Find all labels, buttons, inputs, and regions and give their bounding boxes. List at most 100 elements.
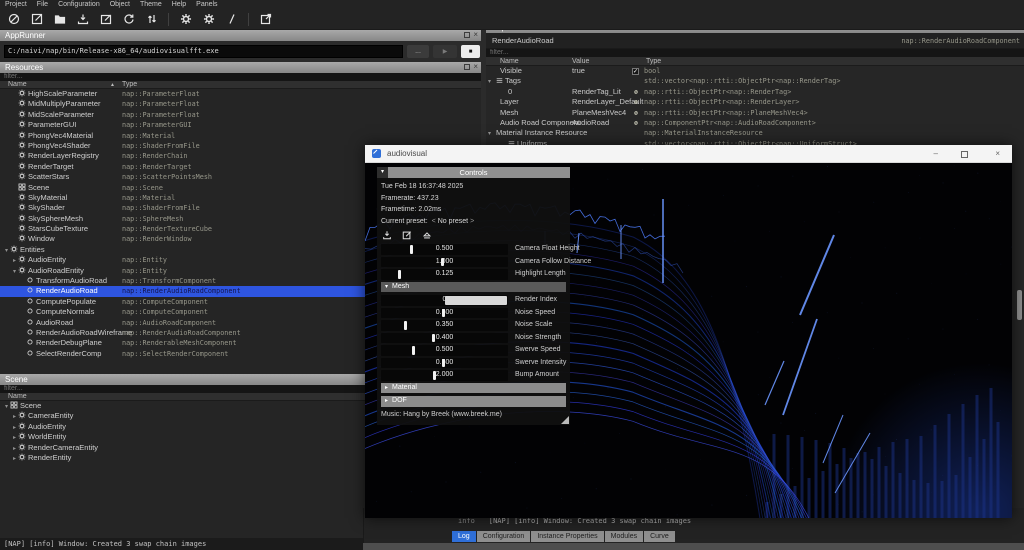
pointer-link-icon[interactable] bbox=[632, 119, 640, 128]
menu-item[interactable]: Theme bbox=[135, 0, 167, 9]
eject-preset-icon[interactable] bbox=[422, 230, 432, 240]
controls-window-header[interactable]: ▾ Controls bbox=[377, 167, 570, 178]
slider-row[interactable]: 0.500 Swerve Speed bbox=[381, 345, 566, 356]
close-icon[interactable]: × bbox=[473, 64, 478, 70]
slider-track[interactable]: 0.500 bbox=[381, 244, 508, 255]
expand-arrow-icon[interactable]: ▾ bbox=[3, 402, 10, 411]
settings-icon[interactable] bbox=[177, 12, 194, 27]
slider-track[interactable]: 0.400 bbox=[381, 333, 508, 344]
menu-item[interactable]: Configuration bbox=[53, 0, 105, 9]
Layer[interactable]: Layer RenderLayer_Default ✓ nap::rtti::O… bbox=[486, 97, 1024, 107]
Material Instance Resource[interactable]: ▾Material Instance Resource ✓ nap::Mater… bbox=[486, 128, 1024, 138]
HighScaleParameter[interactable]: HighScaleParameter nap::ParameterFloat bbox=[0, 89, 481, 99]
slider-track[interactable]: 0 bbox=[381, 295, 508, 306]
MidMultiplyParameter[interactable]: MidMultiplyParameter nap::ParameterFloat bbox=[0, 99, 481, 109]
menu-item[interactable]: Help bbox=[167, 0, 191, 9]
stop-button[interactable]: ■ bbox=[461, 45, 480, 58]
slider-handle[interactable] bbox=[445, 296, 508, 305]
update-icon[interactable] bbox=[143, 12, 160, 27]
Visible[interactable]: Visible true ✓ bool bbox=[486, 66, 1024, 76]
menu-item[interactable]: Object bbox=[105, 0, 135, 9]
close-icon[interactable]: × bbox=[473, 32, 478, 38]
property-value[interactable]: true bbox=[572, 66, 585, 76]
reload-icon[interactable] bbox=[120, 12, 137, 27]
preset-prev-icon[interactable]: < bbox=[432, 218, 436, 225]
menu-item[interactable]: File bbox=[32, 0, 53, 9]
resources-column-header[interactable]: Name ▲ Type bbox=[0, 81, 481, 89]
edit-preset-icon[interactable] bbox=[402, 230, 412, 240]
slider-row[interactable]: 0.400 Noise Strength bbox=[381, 333, 566, 344]
exe-path-input[interactable]: C:/naivi/nap/bin/Release-x86_64/audiovis… bbox=[4, 45, 403, 58]
resources-filter-input[interactable]: filter... bbox=[0, 73, 481, 81]
expand-arrow-icon[interactable]: ▾ bbox=[3, 246, 10, 255]
pointer-link-icon[interactable] bbox=[632, 88, 640, 97]
nap-logo-icon[interactable] bbox=[5, 12, 22, 27]
slider-track[interactable]: 0.500 bbox=[381, 358, 508, 369]
apprunner-header[interactable]: AppRunner × bbox=[0, 30, 481, 41]
console-icon[interactable] bbox=[223, 12, 240, 27]
bottom-tab[interactable]: Configuration bbox=[477, 531, 531, 542]
browse-button[interactable]: ... bbox=[407, 45, 429, 58]
bottom-tab[interactable]: Curve bbox=[644, 531, 675, 542]
mesh-section-header[interactable]: ▾Mesh bbox=[381, 282, 566, 293]
slider-row[interactable]: 0.500 Swerve Intensity bbox=[381, 358, 566, 369]
slider-track[interactable]: 1.000 bbox=[381, 257, 508, 268]
MidScaleParameter[interactable]: MidScaleParameter nap::ParameterFloat bbox=[0, 110, 481, 120]
PhongVec4Material[interactable]: PhongVec4Material nap::Material bbox=[0, 131, 481, 141]
property-value[interactable]: RenderTag_Lit bbox=[572, 87, 621, 97]
open-external-icon[interactable] bbox=[257, 12, 274, 27]
slider-row[interactable]: 0.125 Highlight Length bbox=[381, 269, 566, 280]
open-project-icon[interactable] bbox=[51, 12, 68, 27]
slider-handle[interactable] bbox=[442, 359, 445, 368]
slider-handle[interactable] bbox=[398, 270, 401, 279]
inspector-scrollbar[interactable] bbox=[1017, 290, 1022, 320]
slider-track[interactable]: 0.500 bbox=[381, 308, 508, 319]
resize-grip[interactable] bbox=[561, 416, 569, 424]
slider-track[interactable]: 0.350 bbox=[381, 320, 508, 331]
checkbox-checked-icon[interactable]: ✓ bbox=[632, 68, 639, 75]
slider-track[interactable]: 0.500 bbox=[381, 345, 508, 356]
slider-row[interactable]: 0.500 Camera Float Height bbox=[381, 244, 566, 255]
collapse-icon[interactable]: ▾ bbox=[377, 167, 388, 178]
slider-handle[interactable] bbox=[442, 309, 445, 318]
new-document-icon[interactable] bbox=[28, 12, 45, 27]
service-config-icon[interactable] bbox=[200, 12, 217, 27]
save-icon[interactable] bbox=[74, 12, 91, 27]
slider-handle[interactable] bbox=[441, 258, 444, 267]
slider-handle[interactable] bbox=[404, 321, 407, 330]
play-button[interactable]: ▶ bbox=[433, 45, 457, 58]
bottom-tab[interactable]: Modules bbox=[605, 531, 643, 542]
render-viewport[interactable]: ▾ Controls Tue Feb 18 16:37:48 2025 Fram… bbox=[365, 163, 1012, 518]
Audio Road Component[interactable]: Audio Road Component AudioRoad ✓ nap::Co… bbox=[486, 118, 1024, 128]
slider-track[interactable]: 2.000 bbox=[381, 370, 508, 381]
ParameterGUI[interactable]: ParameterGUI nap::ParameterGUI bbox=[0, 120, 481, 130]
inspector-filter-input[interactable]: filter... bbox=[486, 49, 1024, 57]
0[interactable]: 0 RenderTag_Lit ✓ nap::rtti::ObjectPtr<n… bbox=[486, 87, 1024, 97]
save-preset-icon[interactable] bbox=[382, 230, 392, 240]
float-icon[interactable] bbox=[464, 64, 470, 70]
slider-row[interactable]: 1.000 Camera Follow Distance bbox=[381, 257, 566, 268]
property-value[interactable]: AudioRoad bbox=[572, 118, 609, 128]
expand-arrow-icon[interactable]: ▸ bbox=[11, 256, 18, 265]
slider-row[interactable]: 0 Render Index bbox=[381, 295, 566, 306]
close-icon[interactable]: × bbox=[995, 149, 1000, 158]
expand-arrow-icon[interactable]: ▾ bbox=[11, 267, 18, 276]
expand-arrow-icon[interactable]: ▸ bbox=[11, 444, 18, 453]
slider-row[interactable]: 0.350 Noise Scale bbox=[381, 320, 566, 331]
slider-handle[interactable] bbox=[412, 346, 415, 355]
bottom-tab[interactable]: Instance Properties bbox=[531, 531, 603, 542]
section-header[interactable]: ▸Material bbox=[381, 383, 566, 394]
expand-arrow-icon[interactable]: ▾ bbox=[488, 77, 496, 86]
preset-next-icon[interactable]: > bbox=[470, 218, 474, 225]
expand-arrow-icon[interactable]: ▸ bbox=[11, 454, 18, 463]
slider-track[interactable]: 0.125 bbox=[381, 269, 508, 280]
menu-item[interactable]: Panels bbox=[191, 0, 222, 9]
float-icon[interactable] bbox=[464, 32, 470, 38]
pointer-link-icon[interactable] bbox=[632, 109, 640, 118]
property-value[interactable]: PlaneMeshVec4 bbox=[572, 108, 626, 118]
inspector-column-header[interactable]: Name Value Type bbox=[486, 57, 1024, 66]
bottom-tab[interactable]: Log bbox=[452, 531, 476, 542]
expand-arrow-icon[interactable]: ▸ bbox=[11, 433, 18, 442]
minimize-icon[interactable]: – bbox=[934, 149, 938, 158]
slider-handle[interactable] bbox=[432, 334, 435, 343]
